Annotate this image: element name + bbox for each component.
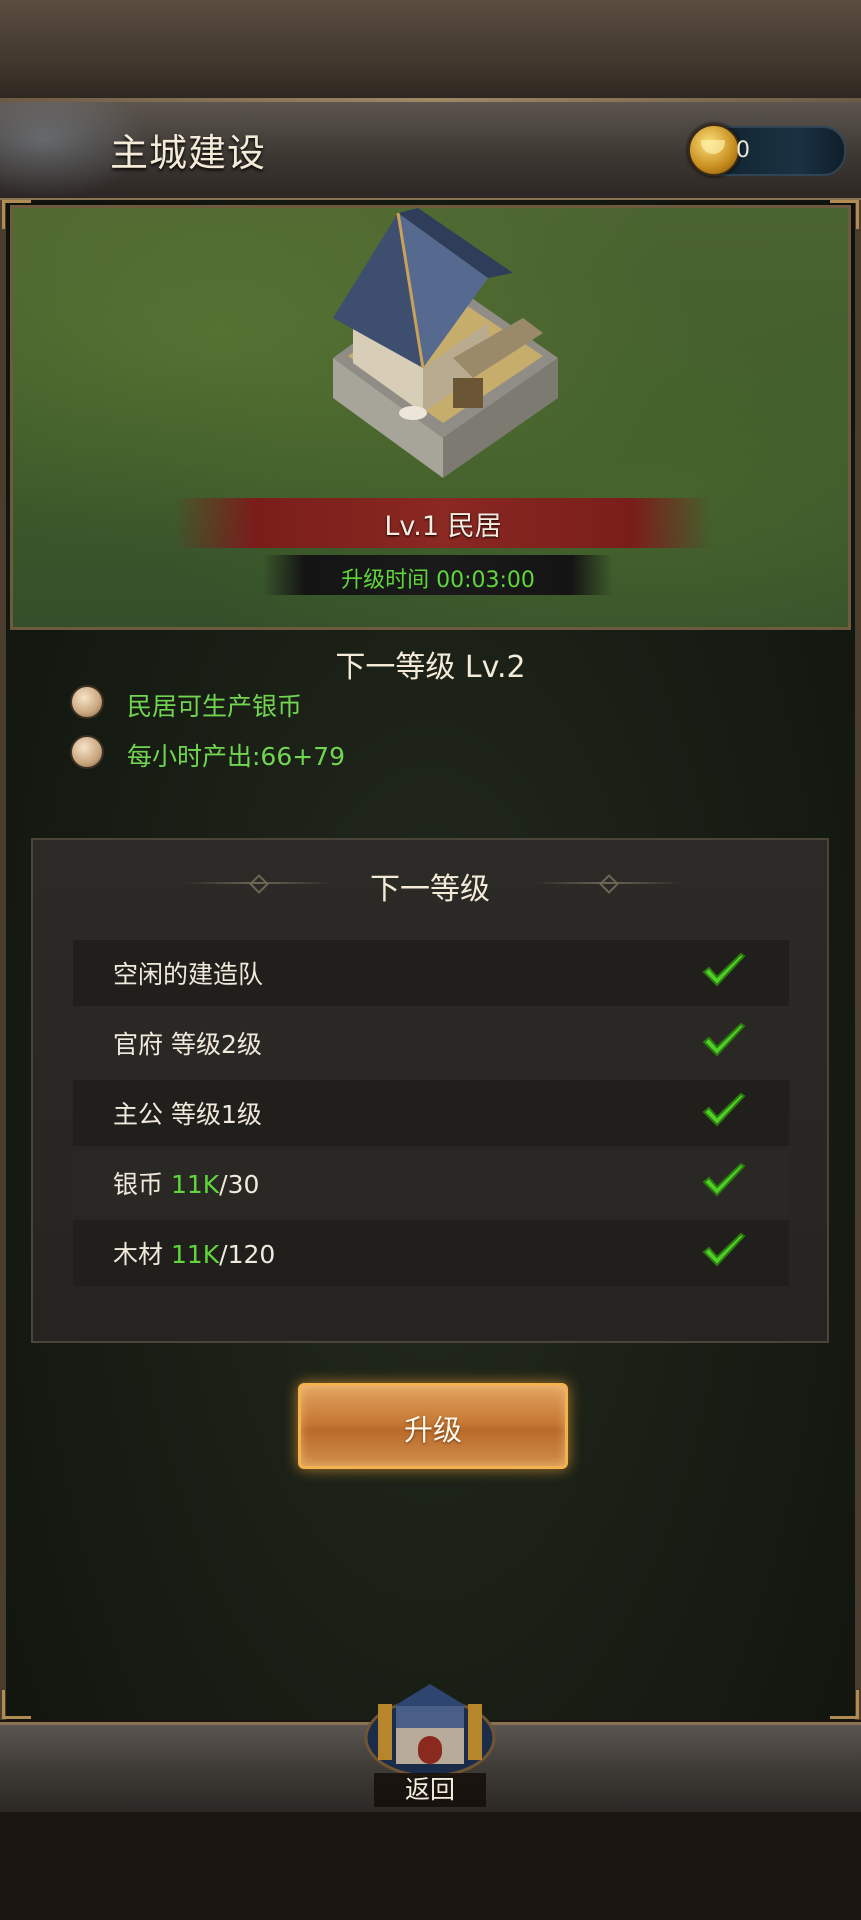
checkmark-icon xyxy=(702,1022,746,1057)
requirement-row: 银币 11K/30 xyxy=(73,1150,789,1216)
bottom-background xyxy=(0,1812,861,1920)
requirement-label: 官府 等级2级 xyxy=(113,1025,262,1061)
checkmark-icon xyxy=(702,1092,746,1127)
upgrade-button[interactable]: 升级 xyxy=(298,1383,568,1469)
building-preview: Lv.1 民居 升级时间 00:03:00 xyxy=(10,205,851,630)
building-level-label: Lv.1 民居 xyxy=(384,511,502,542)
checkmark-icon xyxy=(702,1162,746,1197)
benefit-text: 每小时产出:66+79 xyxy=(127,742,345,771)
requirement-name: 主公 等级1级 xyxy=(113,1100,262,1129)
requirements-title: 下一等级 xyxy=(370,872,490,907)
frame-corner xyxy=(2,1690,31,1719)
requirement-label: 银币 11K/30 xyxy=(113,1165,259,1201)
header-bar: 主城建设 0 xyxy=(0,102,861,201)
required-amount: /30 xyxy=(219,1170,260,1199)
checkmark-icon xyxy=(702,952,746,987)
level-banner: Lv.1 民居 xyxy=(173,498,713,548)
requirement-label: 木材 11K/120 xyxy=(113,1235,275,1271)
owned-amount: 11K xyxy=(170,1170,220,1199)
page-title: 主城建设 xyxy=(110,131,267,175)
benefit-text: 民居可生产银币 xyxy=(127,692,303,721)
requirement-label: 空闲的建造队 xyxy=(113,955,263,991)
back-button-label: 返回 xyxy=(374,1773,486,1807)
house-icon xyxy=(333,208,558,478)
currency-value: 0 xyxy=(736,138,750,163)
bullet-icon xyxy=(70,735,104,769)
requirement-name: 空闲的建造队 xyxy=(113,960,264,989)
checkmark-icon xyxy=(702,1232,746,1267)
requirement-row: 木材 11K/120 xyxy=(73,1220,789,1286)
currency-display[interactable]: 0 xyxy=(688,124,846,176)
frame-corner xyxy=(830,1690,859,1719)
required-amount: /120 xyxy=(219,1240,276,1269)
upgrade-timer: 升级时间 00:03:00 xyxy=(263,555,613,595)
bullet-icon xyxy=(70,685,104,719)
requirement-name: 官府 等级2级 xyxy=(113,1030,262,1059)
requirement-row: 主公 等级1级 xyxy=(73,1080,789,1146)
back-button[interactable]: 返回 xyxy=(356,1676,504,1812)
next-level-title: 下一等级 Lv.2 xyxy=(335,650,526,685)
gold-ingot-icon xyxy=(688,124,740,176)
requirement-row: 官府 等级2级 xyxy=(73,1010,789,1076)
requirement-name: 银币 xyxy=(113,1170,171,1199)
upgrade-time-text: 升级时间 00:03:00 xyxy=(341,568,535,593)
requirement-label: 主公 等级1级 xyxy=(113,1095,262,1131)
requirement-name: 木材 xyxy=(113,1240,171,1269)
city-gate-icon xyxy=(364,1684,496,1776)
requirements-panel: 下一等级 空闲的建造队 官府 等级2级 主公 等级1级 银币 11K/30 木材… xyxy=(31,838,829,1343)
top-background xyxy=(0,0,861,102)
upgrade-button-label: 升级 xyxy=(403,1413,462,1447)
owned-amount: 11K xyxy=(170,1240,220,1269)
requirement-row: 空闲的建造队 xyxy=(73,940,789,1006)
